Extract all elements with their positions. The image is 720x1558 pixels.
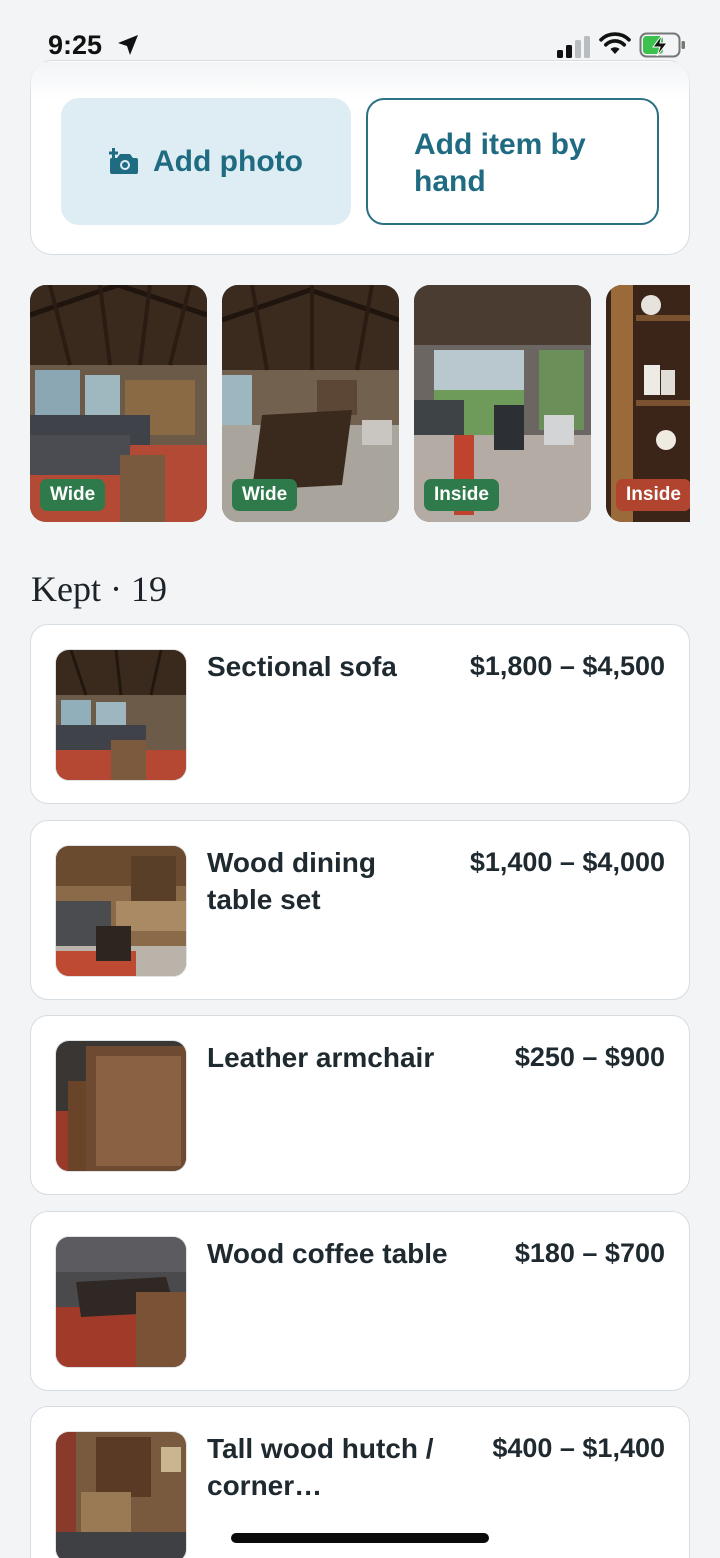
- photo-tag: Inside: [616, 479, 690, 511]
- item-thumbnail: [55, 1236, 187, 1368]
- item-card[interactable]: Wood dining table set $1,400 – $4,000: [30, 820, 690, 1000]
- item-price: $180 – $700: [514, 1238, 665, 1268]
- status-time: 9:25: [48, 30, 103, 60]
- camera-plus-icon: [109, 147, 139, 174]
- item-thumbnail: [55, 649, 187, 781]
- kept-heading: Kept · 19: [31, 569, 167, 609]
- photo-strip[interactable]: Wide Wide Inside Inside: [30, 285, 690, 522]
- home-indicator[interactable]: [231, 1533, 489, 1543]
- add-item-by-hand-button[interactable]: Add item by hand: [366, 98, 659, 225]
- item-card[interactable]: Leather armchair $250 – $900: [30, 1015, 690, 1195]
- item-name: Wood coffee table: [207, 1238, 448, 1269]
- item-price: $1,400 – $4,000: [469, 847, 665, 877]
- photo-thumbnail[interactable]: Inside: [414, 285, 591, 522]
- signal-icon: [557, 36, 590, 58]
- item-price: $1,800 – $4,500: [469, 651, 665, 681]
- item-thumbnail: [55, 845, 187, 977]
- photo-thumbnail[interactable]: Wide: [222, 285, 399, 522]
- photo-tag: Inside: [424, 479, 499, 511]
- item-price: $400 – $1,400: [492, 1433, 665, 1463]
- photo-tag: Wide: [40, 479, 106, 511]
- item-name: Wood dining table set: [207, 847, 376, 915]
- battery-charging-icon: [639, 32, 685, 58]
- location-arrow-icon: [118, 35, 138, 55]
- item-name: Tall wood hutch / corner…: [207, 1433, 434, 1501]
- item-card[interactable]: Wood coffee table $180 – $700: [30, 1211, 690, 1391]
- scroll-fade: [0, 62, 720, 100]
- add-photo-button[interactable]: Add photo: [61, 98, 351, 225]
- item-thumbnail: [55, 1040, 187, 1172]
- item-name: Sectional sofa: [207, 651, 397, 682]
- wifi-icon: [599, 32, 631, 54]
- item-thumbnail: [55, 1431, 187, 1558]
- item-price: $250 – $900: [514, 1042, 665, 1072]
- add-photo-label: Add photo: [153, 144, 303, 178]
- item-card[interactable]: Sectional sofa $1,800 – $4,500: [30, 624, 690, 804]
- photo-tag: Wide: [232, 479, 298, 511]
- item-name: Leather armchair: [207, 1042, 435, 1073]
- photo-thumbnail[interactable]: Inside: [606, 285, 690, 522]
- photo-thumbnail[interactable]: Wide: [30, 285, 207, 522]
- add-item-by-hand-label: Add item by hand: [414, 128, 586, 198]
